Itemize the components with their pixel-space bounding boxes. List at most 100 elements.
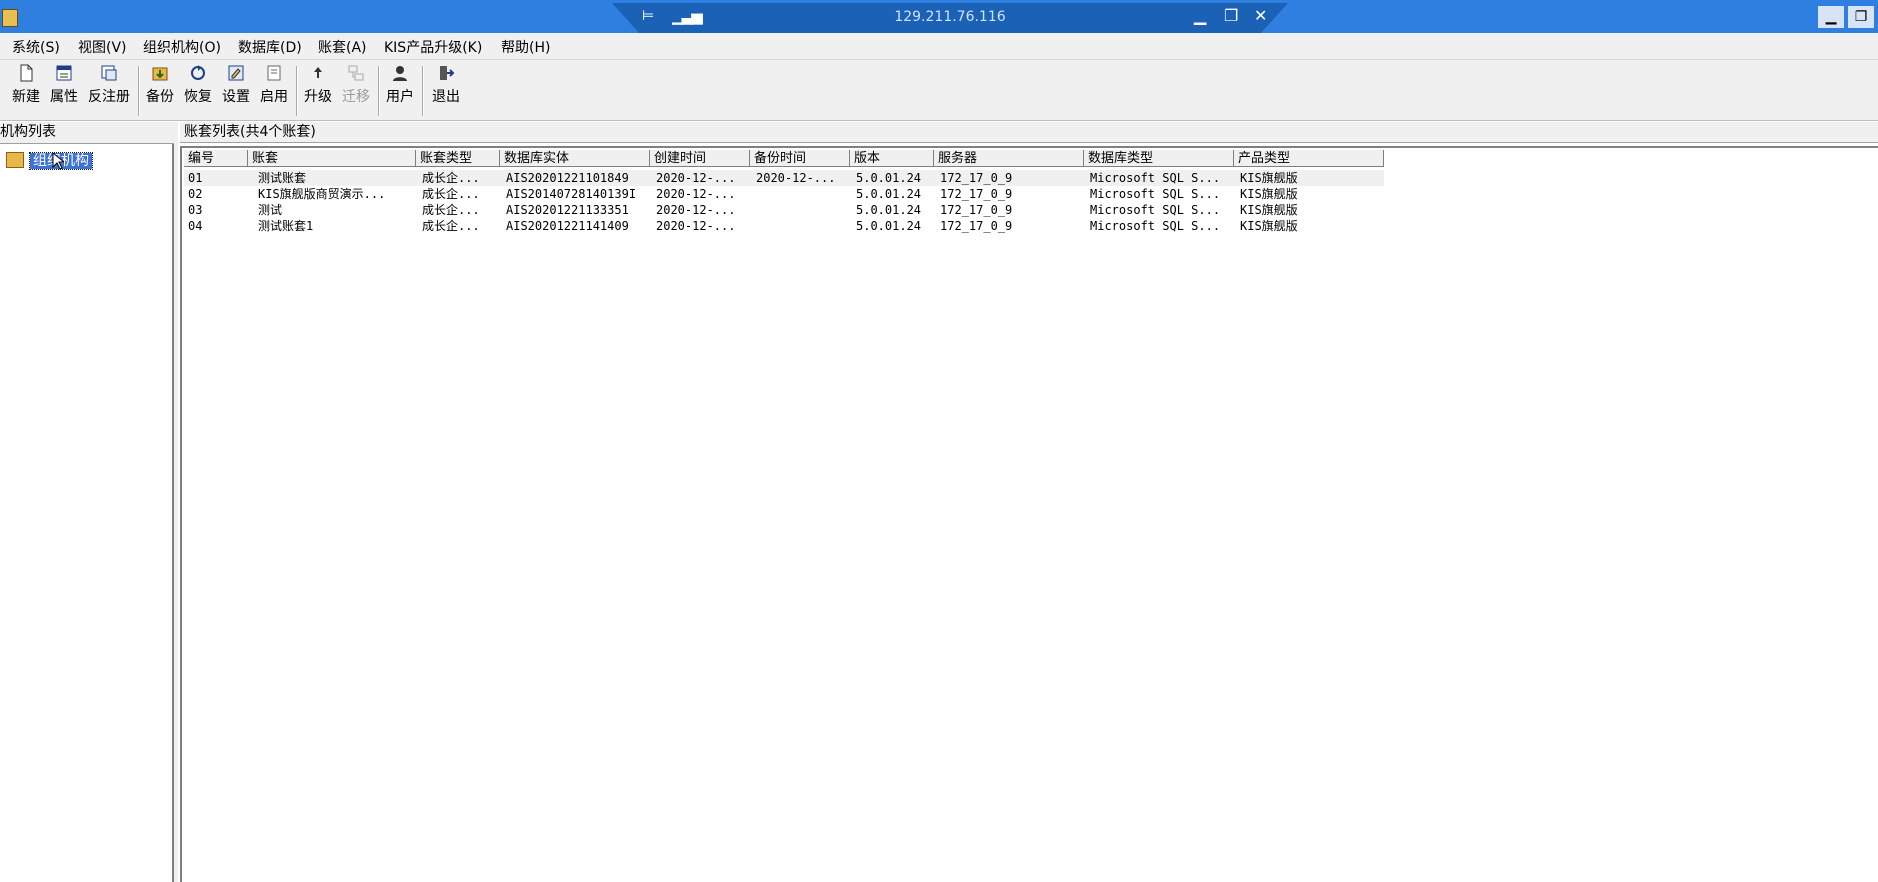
cell-id: 03 — [188, 203, 203, 217]
restore-data-button[interactable]: 恢复 — [182, 64, 214, 106]
cell-db-type: Microsoft SQL S... — [1090, 171, 1221, 185]
menu-account[interactable]: 账套(A) — [318, 37, 367, 57]
toolbar-separator — [296, 66, 298, 116]
menu-database[interactable]: 数据库(D) — [238, 37, 302, 57]
restore-icon — [191, 65, 205, 80]
org-list-header: 机构列表 — [0, 122, 174, 144]
properties-button[interactable]: 属性 — [48, 64, 80, 106]
backup-button[interactable]: 备份 — [144, 64, 176, 106]
cell-created: 2020-12-... — [656, 219, 736, 233]
cell-db-type: Microsoft SQL S... — [1090, 219, 1221, 233]
user-icon — [393, 66, 407, 81]
account-list-header: 账套列表(共4个账套) — [180, 122, 1878, 143]
column-header-version[interactable]: 版本 — [850, 150, 934, 167]
cell-server: 172_17_0_9 — [940, 187, 1013, 201]
cell-account: 测试 — [258, 203, 283, 217]
cell-backup — [756, 186, 848, 202]
cell-id: 01 — [188, 171, 203, 185]
menu-bar: 系统(S) 视图(V) 组织机构(O) 数据库(D) 账套(A) KIS产品升级… — [0, 33, 1878, 60]
cell-account: 测试账套1 — [258, 219, 314, 233]
upgrade-arrow-icon — [314, 67, 322, 78]
table-row[interactable]: 03 测试 成长企... AIS20201221133351 2020-12-.… — [184, 202, 1384, 218]
unregister-icon — [101, 65, 117, 81]
migrate-button[interactable]: 迁移 — [340, 64, 372, 106]
table-row[interactable]: 04 测试账套1 成长企... AIS20201221141409 2020-1… — [184, 218, 1384, 234]
cell-account-type: 成长企... — [422, 187, 480, 201]
user-button[interactable]: 用户 — [384, 64, 416, 106]
column-header-server[interactable]: 服务器 — [934, 150, 1084, 167]
panel-splitter[interactable] — [174, 122, 178, 882]
cell-backup — [756, 218, 848, 234]
cell-created: 2020-12-... — [656, 203, 736, 217]
cell-db-type: Microsoft SQL S... — [1090, 203, 1221, 217]
cell-account-type: 成长企... — [422, 171, 480, 185]
exit-button[interactable]: 退出 — [428, 64, 464, 106]
cell-db-entity: AIS20201221133351 — [506, 203, 629, 217]
column-header-db-type[interactable]: 数据库类型 — [1084, 150, 1234, 167]
enable-icon — [267, 65, 281, 81]
table-row[interactable]: 01 测试账套 成长企... AIS20201221101849 2020-12… — [184, 170, 1384, 186]
cell-account: KIS旗舰版商贸演示... — [258, 187, 386, 201]
window-titlebar: ⊨ ▁▃▅ 129.211.76.116 ▁ ❐ ✕ ▁ ❐ — [0, 0, 1878, 33]
settings-button[interactable]: 设置 — [220, 64, 252, 106]
unregister-button[interactable]: 反注册 — [86, 64, 132, 106]
cell-version: 5.0.01.24 — [856, 187, 922, 201]
cell-db-entity: AIS20140728140139I — [506, 187, 637, 201]
properties-icon — [56, 65, 72, 81]
exit-door-icon — [440, 66, 455, 80]
cell-product-type: KIS旗舰版 — [1240, 171, 1298, 185]
column-header-db-entity[interactable]: 数据库实体 — [500, 150, 650, 167]
rdp-minimize-button[interactable]: ▁ — [1194, 6, 1206, 25]
tree-node-org-root[interactable]: 组织机构 — [6, 150, 93, 170]
rdp-restore-button[interactable]: ❐ — [1224, 6, 1238, 25]
menu-view[interactable]: 视图(V) — [78, 37, 127, 57]
restore-button[interactable]: ❐ — [1848, 6, 1874, 28]
cell-id: 04 — [188, 219, 203, 233]
cell-server: 172_17_0_9 — [940, 171, 1013, 185]
enable-button[interactable]: 启用 — [258, 64, 290, 106]
cell-version: 5.0.01.24 — [856, 219, 922, 233]
rdp-close-button[interactable]: ✕ — [1254, 6, 1267, 25]
menu-org[interactable]: 组织机构(O) — [143, 37, 221, 57]
column-header-account-type[interactable]: 账套类型 — [416, 150, 500, 167]
column-header-backup[interactable]: 备份时间 — [750, 150, 850, 167]
cell-product-type: KIS旗舰版 — [1240, 219, 1298, 233]
column-header-product-type[interactable]: 产品类型 — [1234, 150, 1384, 167]
menu-system[interactable]: 系统(S) — [12, 37, 60, 57]
menu-kis-upgrade[interactable]: KIS产品升级(K) — [384, 37, 482, 57]
cell-version: 5.0.01.24 — [856, 203, 922, 217]
cell-db-type: Microsoft SQL S... — [1090, 187, 1221, 201]
cell-version: 5.0.01.24 — [856, 171, 922, 185]
cell-server: 172_17_0_9 — [940, 203, 1013, 217]
column-header-account[interactable]: 账套 — [248, 150, 416, 167]
cell-product-type: KIS旗舰版 — [1240, 203, 1298, 217]
remote-ip-label: 129.211.76.116 — [894, 9, 1006, 25]
upgrade-button[interactable]: 升级 — [302, 64, 334, 106]
column-header-created[interactable]: 创建时间 — [650, 150, 750, 167]
window-controls: ▁ ❐ — [1814, 6, 1874, 28]
cell-db-entity: AIS20201221141409 — [506, 219, 629, 233]
new-document-icon — [20, 64, 33, 82]
settings-icon — [228, 65, 244, 81]
org-tree-panel: 组织机构 — [0, 144, 174, 882]
cell-created: 2020-12-... — [656, 187, 736, 201]
menu-help[interactable]: 帮助(H) — [501, 37, 550, 57]
remote-desktop-connection-bar: ⊨ ▁▃▅ 129.211.76.116 ▁ ❐ ✕ — [612, 3, 1288, 33]
mouse-cursor-icon — [52, 151, 66, 174]
cell-account-type: 成长企... — [422, 203, 480, 217]
cell-product-type: KIS旗舰版 — [1240, 187, 1298, 201]
table-row[interactable]: 02 KIS旗舰版商贸演示... 成长企... AIS2014072814013… — [184, 186, 1384, 202]
cell-account-type: 成长企... — [422, 219, 480, 233]
cell-backup — [756, 202, 848, 218]
minimize-button[interactable]: ▁ — [1818, 6, 1844, 28]
toolbar-separator — [422, 66, 424, 116]
migrate-icon — [348, 65, 364, 81]
new-button[interactable]: 新建 — [10, 64, 42, 106]
cell-id: 02 — [188, 187, 203, 201]
app-icon[interactable] — [2, 9, 18, 27]
cell-server: 172_17_0_9 — [940, 219, 1013, 233]
backup-icon — [152, 67, 168, 81]
column-header-id[interactable]: 编号 — [184, 150, 248, 167]
toolbar-separator — [378, 66, 380, 116]
folder-icon — [6, 152, 24, 168]
